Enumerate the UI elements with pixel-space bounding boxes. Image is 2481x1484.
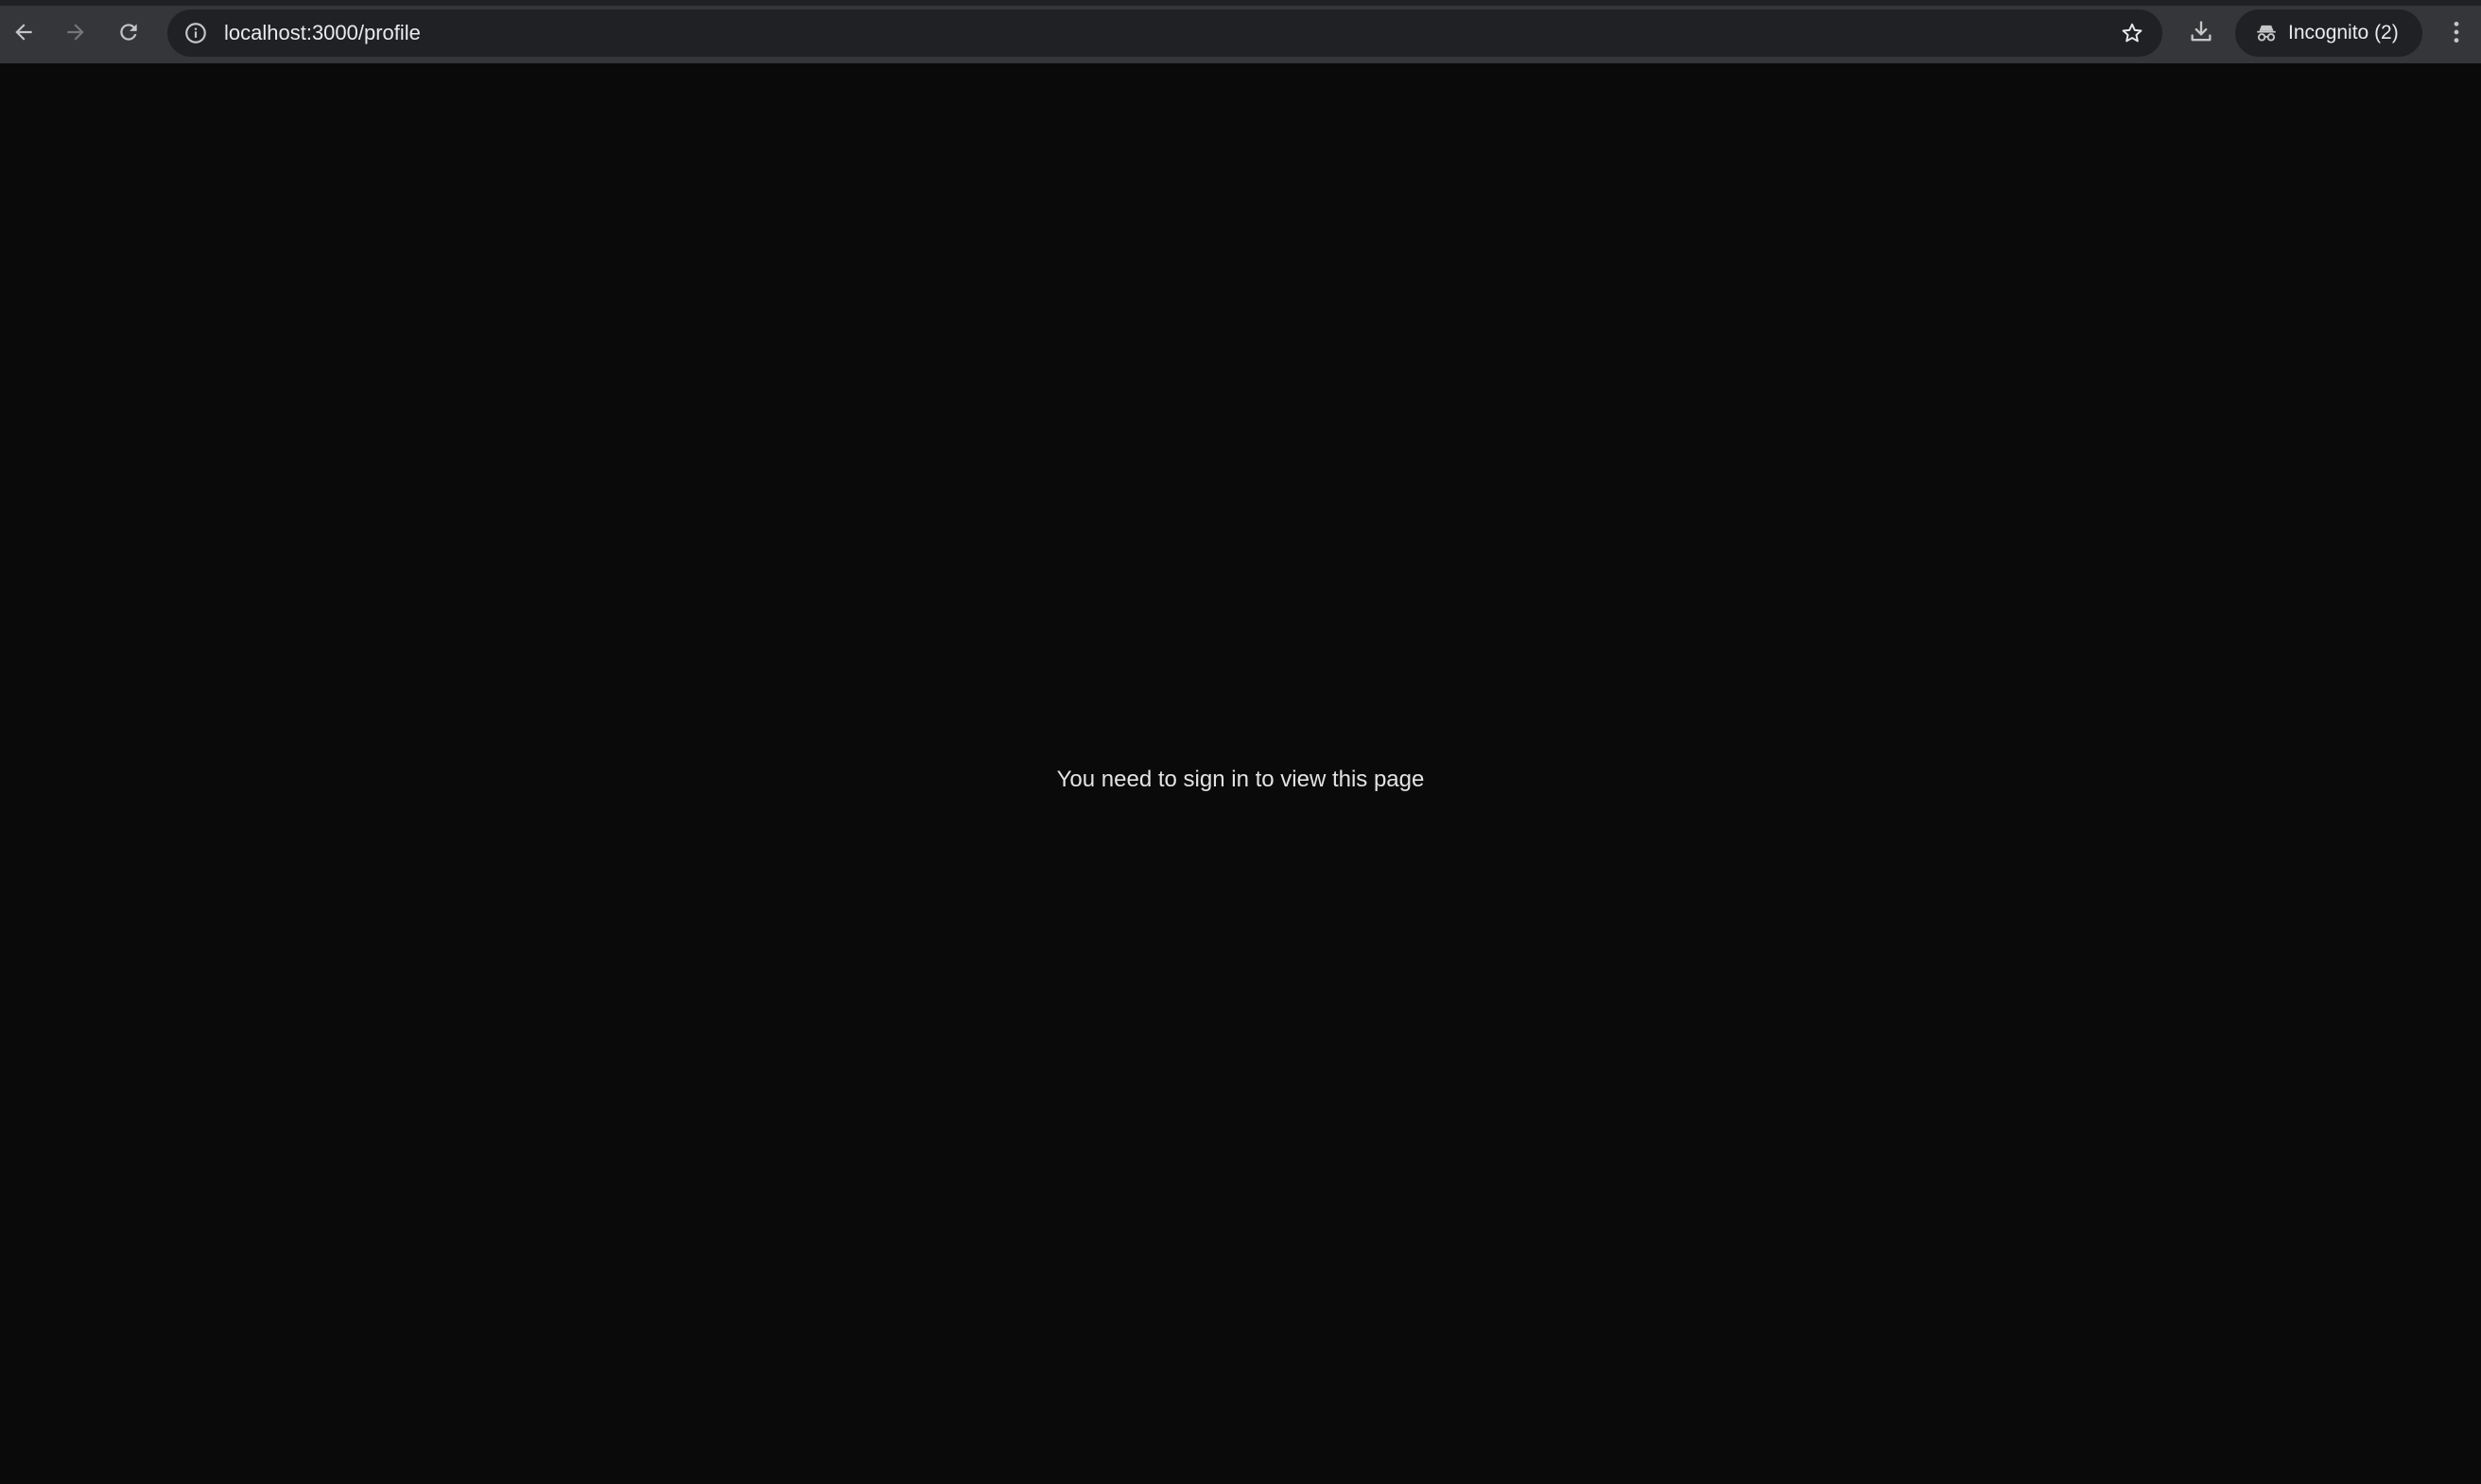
- downloads-button[interactable]: [2180, 11, 2222, 53]
- back-button[interactable]: [3, 11, 44, 53]
- forward-arrow-icon: [67, 24, 84, 41]
- sign-in-required-message: You need to sign in to view this page: [1056, 767, 1425, 792]
- incognito-label: Incognito (2): [2288, 22, 2399, 43]
- url-text[interactable]: localhost:3000/profile: [224, 9, 421, 57]
- info-icon: [185, 23, 206, 43]
- download-icon: [2191, 21, 2212, 42]
- forward-button[interactable]: [55, 11, 96, 53]
- site-info-button[interactable]: [177, 14, 215, 52]
- bookmark-button[interactable]: [2113, 14, 2151, 52]
- address-bar[interactable]: localhost:3000/profile: [167, 9, 2162, 57]
- browser-toolbar: localhost:3000/profile Incognito (2): [0, 0, 2481, 63]
- incognito-icon: [2257, 25, 2276, 42]
- star-icon: [2122, 23, 2143, 43]
- browser-menu-button[interactable]: [2438, 11, 2475, 53]
- incognito-profile-button[interactable]: Incognito (2): [2235, 9, 2422, 57]
- back-arrow-icon: [15, 24, 32, 41]
- page-content: You need to sign in to view this page: [0, 63, 2481, 1484]
- reload-button[interactable]: [108, 11, 149, 53]
- reload-icon: [120, 24, 137, 41]
- kebab-menu-icon: [2454, 21, 2459, 43]
